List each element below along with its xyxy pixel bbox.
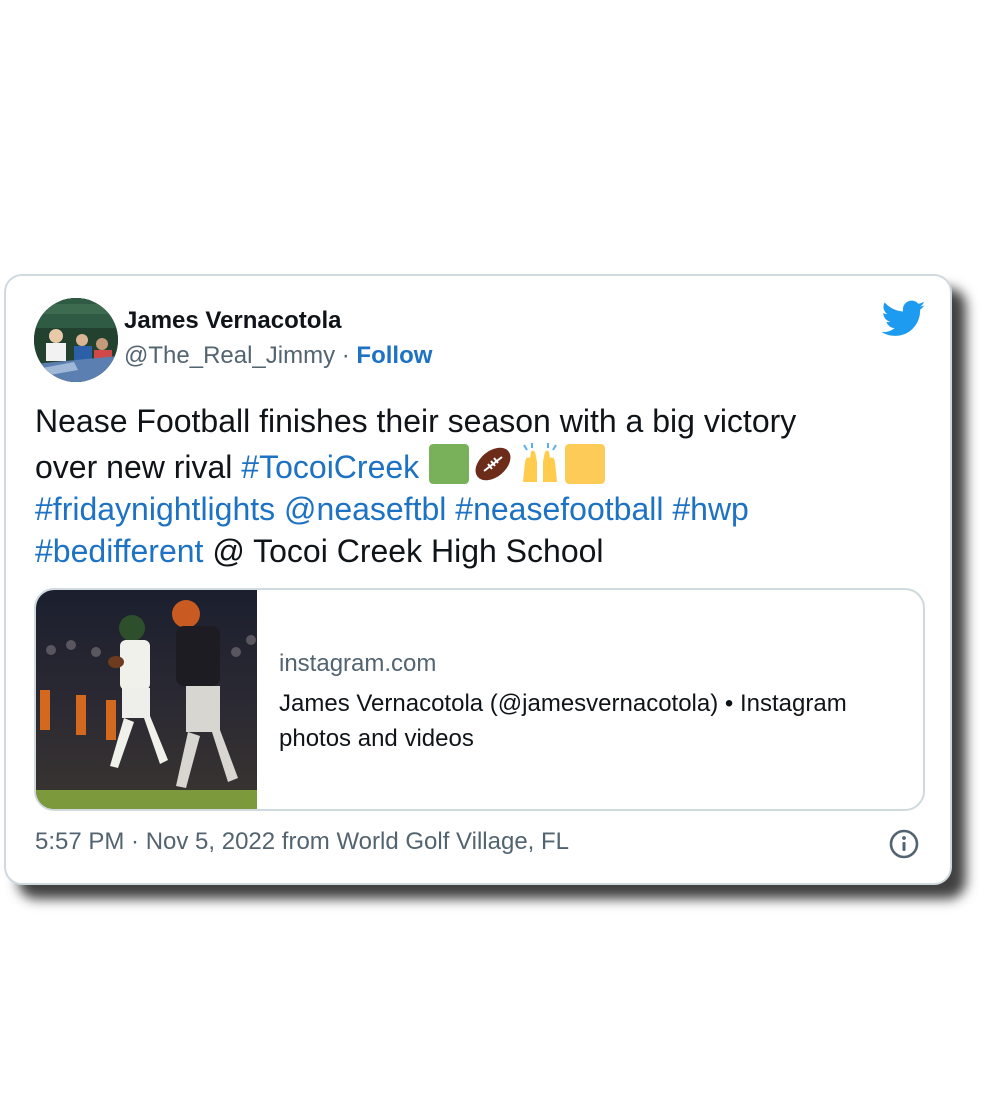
tweet-card: James Vernacotola @The_Real_Jimmy · Foll…	[4, 274, 952, 885]
link-card-thumbnail	[36, 590, 257, 809]
mention-neaseftbl[interactable]: @neaseftbl	[284, 491, 446, 527]
american-football-emoji-icon	[475, 447, 511, 481]
raising-hands-emoji-icon	[523, 443, 558, 482]
tweet-timestamp[interactable]: 5:57 PM · Nov 5, 2022 from World Golf Vi…	[35, 828, 569, 856]
twitter-bird-icon[interactable]	[882, 300, 926, 338]
link-card-domain: instagram.com	[279, 650, 437, 677]
info-icon[interactable]	[889, 829, 919, 859]
hashtag-tocoicreek[interactable]: #TocoiCreek	[241, 449, 419, 485]
handle-separator: ·	[335, 342, 357, 369]
hashtag-hwp[interactable]: #hwp	[672, 491, 749, 527]
tweet-text-line1: Nease Football finishes their season wit…	[35, 403, 797, 439]
author-name[interactable]: James Vernacotola	[124, 307, 341, 335]
green-square-emoji-icon	[429, 444, 470, 484]
tweet-text-line2: over new rival	[35, 449, 242, 485]
hashtag-bedifferent[interactable]: #bedifferent	[35, 533, 203, 569]
link-card-title: James Vernacotola (@jamesvernacotola) • …	[279, 690, 847, 752]
avatar-image	[34, 298, 118, 382]
avatar[interactable]	[34, 298, 118, 382]
location-text: @ Tocoi Creek High School	[203, 533, 604, 569]
follow-button[interactable]: Follow	[356, 342, 432, 369]
tweet-text: Nease Football finishes their season wit…	[35, 400, 925, 572]
yellow-square-emoji-icon	[565, 444, 606, 484]
instagram-link-card[interactable]: instagram.com James Vernacotola (@jamesv…	[34, 588, 925, 811]
author-handle[interactable]: @The_Real_Jimmy	[124, 342, 335, 369]
author-meta: @The_Real_Jimmy · Follow	[124, 342, 432, 370]
hashtag-fridaynightlights[interactable]: #fridaynightlights	[35, 491, 275, 527]
hashtag-neasefootball[interactable]: #neasefootball	[455, 491, 663, 527]
